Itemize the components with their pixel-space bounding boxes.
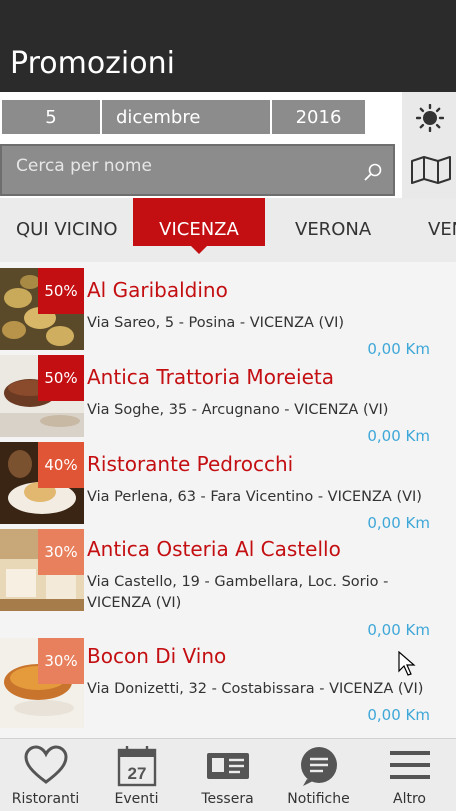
nav-label: Eventi xyxy=(114,791,159,807)
tab-venezia[interactable]: VEN xyxy=(428,198,456,246)
restaurant-photo: 30% xyxy=(0,529,84,611)
tab-vicenza[interactable]: VICENZA xyxy=(133,198,265,254)
date-day-picker[interactable]: 5 xyxy=(2,100,100,134)
menu-icon xyxy=(389,751,430,779)
restaurant-list[interactable]: 50% Al Garibaldino Via Sareo, 5 - Posina… xyxy=(0,262,456,738)
restaurant-distance: 0,00 Km xyxy=(367,706,430,724)
calendar-icon: 27 xyxy=(117,746,156,787)
restaurant-item[interactable]: 40% Ristorante Pedrocchi Via Perlena, 63… xyxy=(0,442,456,532)
restaurant-item[interactable]: 50% Antica Trattoria Moreieta Via Soghe,… xyxy=(0,355,456,445)
nav-altro[interactable]: Altro xyxy=(364,739,455,811)
restaurant-name[interactable]: Al Garibaldino xyxy=(87,278,228,302)
discount-label: 40% xyxy=(44,456,78,474)
nav-eventi[interactable]: 27 Eventi xyxy=(91,739,182,811)
nav-label: Ristoranti xyxy=(11,791,80,807)
discount-badge: 50% xyxy=(38,355,84,401)
restaurant-distance: 0,00 Km xyxy=(367,621,430,639)
city-tabs: QUI VICINO VICENZA VERONA VEN xyxy=(0,198,456,262)
restaurant-address: Via Castello, 19 - Gambellara, Loc. Sori… xyxy=(87,574,389,611)
restaurant-item[interactable]: 50% Al Garibaldino Via Sareo, 5 - Posina… xyxy=(0,268,456,358)
discount-badge: 50% xyxy=(38,268,84,314)
calendar-day: 27 xyxy=(127,764,146,783)
restaurant-photo: 50% xyxy=(0,355,84,437)
active-tab-indicator xyxy=(191,246,207,254)
message-icon xyxy=(300,747,337,786)
restaurant-item[interactable]: 30% Antica Osteria Al Castello Via Caste… xyxy=(0,529,456,639)
restaurant-photo: 30% xyxy=(0,638,84,728)
nav-notifiche[interactable]: Notifiche xyxy=(273,739,364,811)
search-input[interactable]: Cerca per nome xyxy=(0,144,395,196)
discount-label: 30% xyxy=(44,652,78,670)
restaurant-address: Via Sareo, 5 - Posina - VICENZA (VI) xyxy=(87,315,345,331)
mouse-cursor xyxy=(398,651,416,676)
tab-verona[interactable]: VERONA xyxy=(295,198,371,246)
tab-qui-vicino[interactable]: QUI VICINO xyxy=(16,198,118,246)
restaurant-name[interactable]: Antica Osteria Al Castello xyxy=(87,537,341,561)
search-icon[interactable] xyxy=(363,162,383,182)
sun-icon[interactable] xyxy=(416,104,444,132)
discount-badge: 30% xyxy=(38,638,84,684)
card-icon xyxy=(206,753,249,779)
nav-ristoranti[interactable]: Ristoranti xyxy=(0,739,91,811)
nav-label: Notifiche xyxy=(287,791,350,807)
side-actions xyxy=(402,92,456,198)
restaurant-item[interactable]: 30% Bocon Di Vino Via Donizetti, 32 - Co… xyxy=(0,638,456,738)
nav-tessera[interactable]: Tessera xyxy=(182,739,273,811)
search-placeholder: Cerca per nome xyxy=(16,156,152,176)
filter-panel: 5 dicembre 2016 Cerca per nome xyxy=(0,92,456,198)
restaurant-address: Via Donizetti, 32 - Costabissara - VICEN… xyxy=(87,681,424,697)
restaurant-name[interactable]: Antica Trattoria Moreieta xyxy=(87,365,334,389)
restaurant-address: Via Perlena, 63 - Fara Vicentino - VICEN… xyxy=(87,489,422,505)
nav-label: Altro xyxy=(393,791,426,807)
tab-vicenza-label: VICENZA xyxy=(159,219,239,240)
restaurant-name[interactable]: Ristorante Pedrocchi xyxy=(87,452,293,476)
map-icon[interactable] xyxy=(410,156,452,184)
date-month-picker[interactable]: dicembre xyxy=(102,100,270,134)
discount-badge: 30% xyxy=(38,529,84,575)
title-bar: Promozioni xyxy=(0,0,456,92)
heart-icon xyxy=(23,745,68,784)
discount-label: 50% xyxy=(44,282,78,300)
restaurant-address: Via Soghe, 35 - Arcugnano - VICENZA (VI) xyxy=(87,402,389,418)
restaurant-photo: 50% xyxy=(0,268,84,350)
restaurant-name[interactable]: Bocon Di Vino xyxy=(87,644,226,668)
nav-label: Tessera xyxy=(201,791,254,807)
restaurant-photo: 40% xyxy=(0,442,84,524)
discount-label: 50% xyxy=(44,369,78,387)
page-title: Promozioni xyxy=(10,46,175,81)
discount-badge: 40% xyxy=(38,442,84,488)
date-year-picker[interactable]: 2016 xyxy=(272,100,365,134)
bottom-navigation: Ristoranti 27 Eventi Tessera Notifiche A… xyxy=(0,738,456,811)
discount-label: 30% xyxy=(44,543,78,561)
